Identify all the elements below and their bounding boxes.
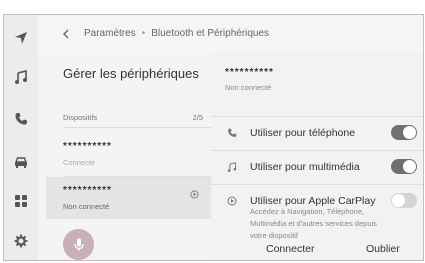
option-phone-label: Utiliser pour téléphone (250, 127, 356, 139)
side-rail (4, 15, 39, 260)
screen: Paramètres • Bluetooth et Périphériques Gé… (0, 0, 425, 263)
music-note-icon (227, 162, 237, 172)
carplay-icon (227, 196, 237, 206)
multimedia-toggle[interactable] (391, 159, 417, 174)
carplay-toggle[interactable] (391, 193, 417, 208)
device-name: ********** (63, 185, 112, 196)
breadcrumb-path: Paramètres • Bluetooth et Périphériques (84, 28, 269, 39)
divider (211, 150, 423, 151)
car-icon[interactable] (7, 148, 35, 176)
toggle-knob (392, 194, 405, 207)
phone-icon (228, 128, 237, 137)
phone-toggle[interactable] (391, 125, 417, 140)
phone-icon[interactable] (7, 105, 35, 133)
toggle-knob (403, 160, 416, 173)
head-unit-display: Paramètres • Bluetooth et Périphériques Gé… (3, 14, 424, 261)
device-list-panel: Gérer les périphériques Dispositifs 2/5 … (38, 53, 211, 260)
device-item-2[interactable]: ********** Non connecté (46, 177, 211, 219)
breadcrumb-parent[interactable]: Paramètres (84, 28, 136, 39)
action-bar: Connecter Oublier (211, 239, 423, 260)
option-carplay-description: Accédez à Navigation, Téléphone, Multimé… (250, 207, 377, 240)
toggle-knob (403, 126, 416, 139)
selected-device-name: ********** (225, 67, 274, 78)
voice-assistant-button[interactable] (63, 229, 94, 260)
divider (211, 116, 423, 117)
device-detail-panel: ********** Non connecté Utiliser pour té… (211, 53, 423, 260)
divider (211, 184, 423, 185)
device-status: Non connecté (63, 202, 110, 211)
forget-button[interactable]: Oublier (366, 243, 400, 255)
settings-gear-icon[interactable] (7, 227, 35, 255)
option-multimedia-label: Utiliser pour multimédia (250, 161, 360, 173)
selected-device-status: Non connecté (225, 83, 272, 92)
breadcrumb-separator: • (141, 28, 146, 39)
device-count: 2/5 (192, 113, 203, 122)
device-item-1[interactable]: ********** Connecté (46, 133, 211, 175)
carplay-icon (190, 190, 199, 199)
navigation-icon[interactable] (7, 24, 35, 52)
breadcrumb-current: Bluetooth et Périphériques (151, 28, 270, 39)
breadcrumb: Paramètres • Bluetooth et Périphériques (38, 15, 423, 54)
divider (63, 127, 211, 128)
panel-title: Gérer les périphériques (63, 66, 199, 81)
connect-button[interactable]: Connecter (266, 243, 314, 255)
device-status: Connecté (63, 158, 96, 167)
section-label: Dispositifs (63, 113, 98, 122)
chevron-left-icon[interactable] (60, 28, 72, 40)
device-name: ********** (63, 141, 112, 152)
apps-grid-icon[interactable] (7, 187, 35, 215)
music-icon[interactable] (7, 63, 35, 91)
microphone-icon (73, 238, 84, 251)
